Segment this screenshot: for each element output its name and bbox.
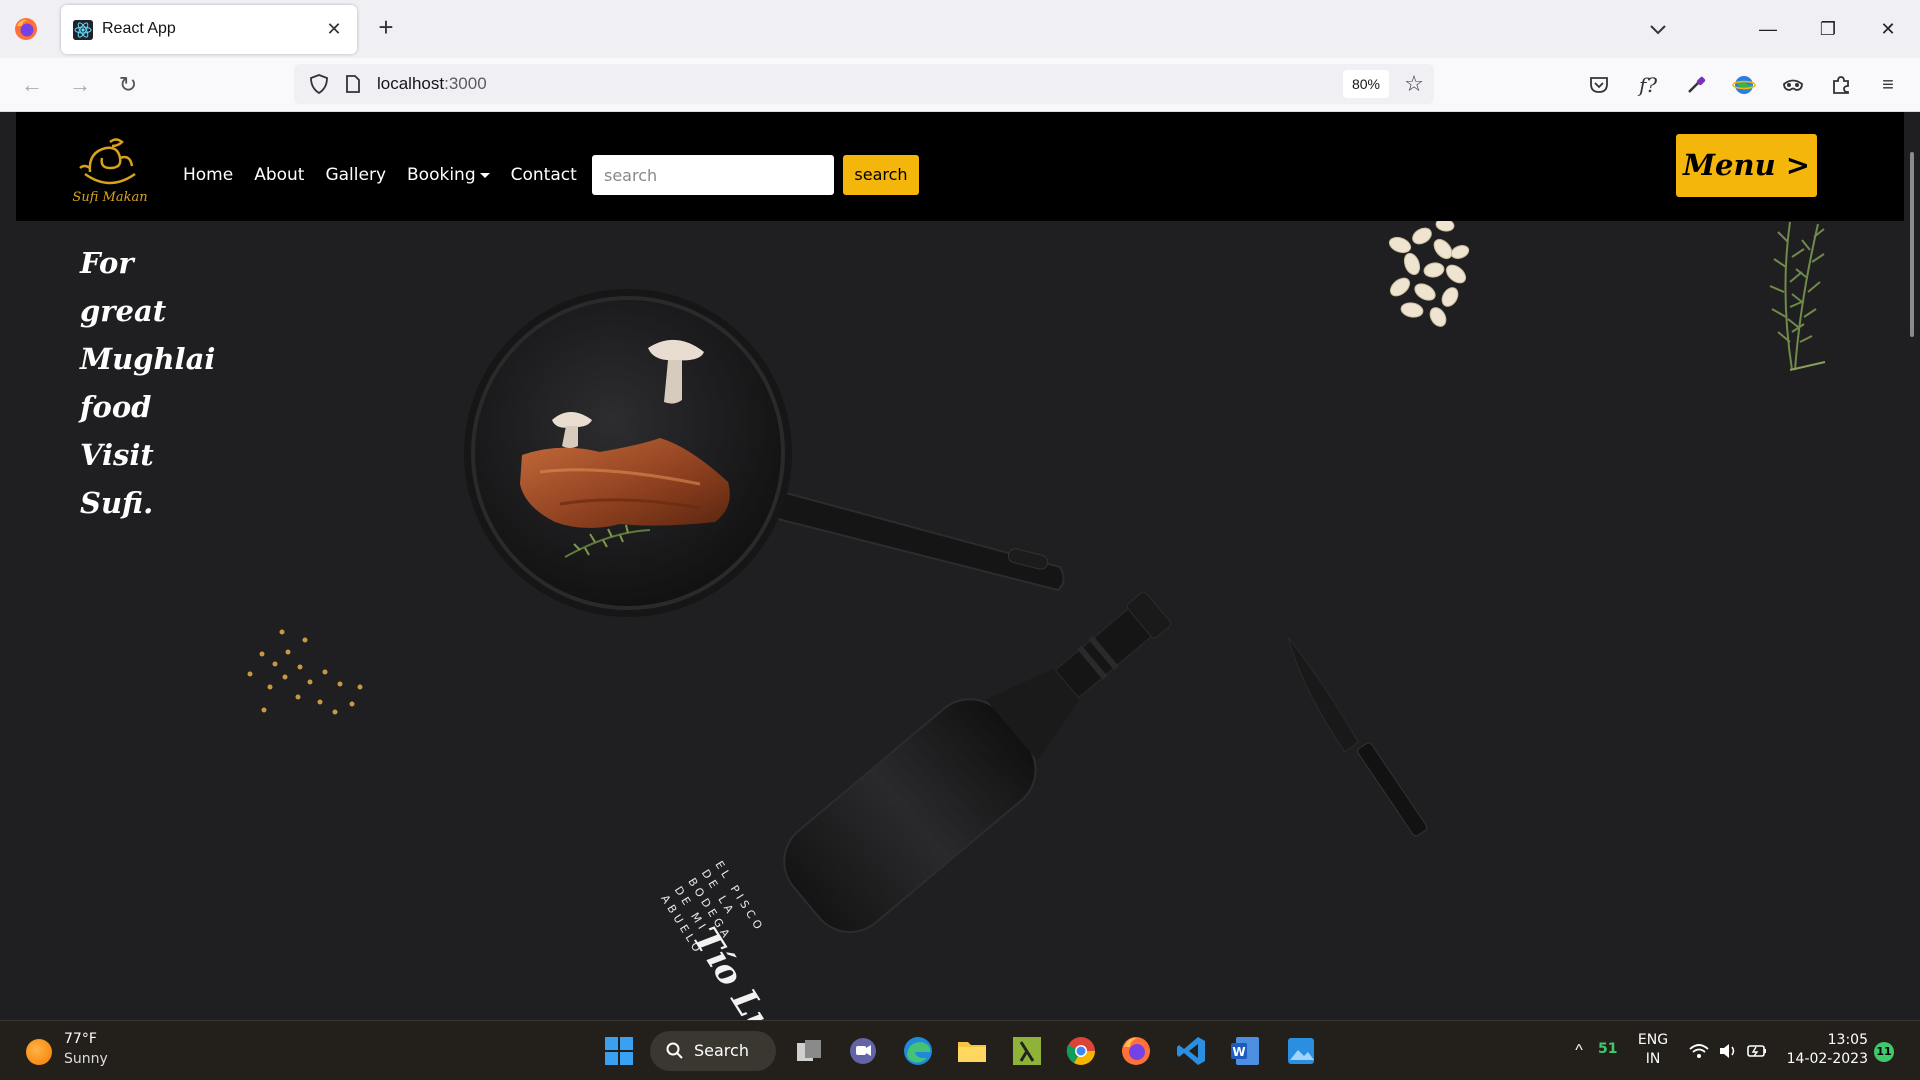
hamburger-menu-icon[interactable]: ≡ [1873,70,1903,100]
search-icon [666,1042,683,1059]
hero-line: food [80,390,152,424]
zoom-indicator[interactable]: 80% [1343,70,1389,98]
scroll-thumb[interactable] [1910,152,1914,337]
tab-title: React App [102,20,176,37]
brand-logo[interactable]: Sufi Makan [60,134,160,212]
browser-tab[interactable]: React App ✕ [61,5,357,54]
lambda-app-icon[interactable] [1010,1034,1044,1068]
windows-start-icon[interactable] [602,1034,636,1068]
minimize-icon[interactable]: — [1748,14,1788,44]
site-search-input[interactable] [592,155,834,195]
volume-icon[interactable] [1717,1040,1739,1062]
caret-down-icon [479,172,490,178]
page-icon[interactable] [344,74,362,94]
url-text[interactable]: localhost:3000 [377,74,487,94]
garlic-illustration [1388,218,1470,327]
address-bar[interactable]: localhost:3000 80% ☆ [294,64,1434,104]
browser-toolbar: ← → ↻ localhost:3000 80% ☆ f? ≡ [0,58,1920,112]
rosemary-illustration [1769,221,1826,371]
page-viewport: EL PISCO DE LA BODEGA DE MI ABUELO Tío L… [0,112,1920,1020]
brand-name: Sufi Makan [72,190,148,205]
new-tab-icon[interactable]: + [372,14,400,42]
hero-line: Sufi. [80,486,154,520]
close-tab-icon[interactable]: ✕ [323,17,345,41]
food-illustration: EL PISCO DE LA BODEGA DE MI ABUELO Tío L… [247,218,1826,1020]
eyedropper-icon[interactable] [1681,70,1711,100]
back-icon[interactable]: ← [17,70,47,100]
word-icon[interactable]: W [1228,1034,1262,1068]
svg-text:W: W [1232,1045,1245,1059]
extension-globe-icon[interactable] [1729,70,1759,100]
tray-counter[interactable]: 51 [1598,1041,1617,1057]
weather-description[interactable]: Sunny [64,1051,108,1067]
react-icon [73,20,93,40]
clock-date[interactable]: 14-02-2023 [1782,1051,1868,1067]
clock-time[interactable]: 13:05 [1790,1032,1868,1048]
task-view-icon[interactable] [792,1034,826,1068]
battery-icon[interactable] [1746,1040,1768,1062]
extensions-puzzle-icon[interactable] [1826,70,1856,100]
hero-tagline: For great Mughlai food Visit Sufi. [80,239,280,527]
edge-icon[interactable] [901,1034,935,1068]
nav-booking-dropdown[interactable]: Booking [407,165,490,185]
nav-booking-label: Booking [407,165,476,185]
menu-button[interactable]: Menu > [1676,134,1817,197]
logo-emblem-icon [79,138,136,185]
site-navbar: Sufi Makan Home About Gallery Booking Co… [16,112,1904,221]
teams-chat-icon[interactable] [846,1034,880,1068]
font-finder-icon[interactable]: f? [1633,70,1663,100]
extension-mask-icon[interactable] [1778,70,1808,100]
taskbar-search-label: Search [694,1041,749,1060]
taskbar: 77°F Sunny Search W ^ 51 ENG IN 13:05 14… [0,1020,1920,1080]
pocket-icon[interactable] [1584,70,1614,100]
site-nav-links: Home About Gallery Booking Contact [183,165,598,185]
knife-illustration [1287,636,1428,837]
hero-line: Mughlai [80,342,216,376]
chevron-down-icon[interactable] [1645,16,1671,42]
nav-home[interactable]: Home [183,165,233,185]
site-search-button[interactable]: search [843,155,919,195]
bottle-illustration [783,591,1172,933]
chevron-up-icon[interactable]: ^ [1568,1040,1590,1062]
page-scrollbar[interactable] [1904,112,1920,1020]
chrome-icon[interactable] [1064,1034,1098,1068]
peppercorns-illustration [247,629,363,715]
restore-icon[interactable]: ❐ [1808,14,1848,44]
reload-icon[interactable]: ↻ [113,70,143,100]
forward-icon[interactable]: → [65,70,95,100]
language-code[interactable]: ENG [1636,1032,1670,1048]
vscode-icon[interactable] [1174,1034,1208,1068]
file-explorer-icon[interactable] [955,1034,989,1068]
notification-badge[interactable]: 11 [1874,1042,1894,1062]
nav-contact[interactable]: Contact [511,165,577,185]
bottle-brand: Tío Luchín [684,921,826,1020]
browser-tab-bar: React App ✕ + — ❐ ✕ [0,0,1920,58]
sun-icon[interactable] [26,1039,52,1065]
hero-line: For [80,246,134,280]
firefox-icon[interactable] [14,17,38,41]
taskbar-search[interactable]: Search [650,1031,776,1071]
wifi-icon[interactable] [1688,1040,1710,1062]
photos-icon[interactable] [1284,1034,1318,1068]
weather-temperature[interactable]: 77°F [64,1031,97,1047]
bookmark-star-icon[interactable]: ☆ [1400,70,1428,98]
nav-about[interactable]: About [254,165,304,185]
firefox-taskbar-icon[interactable] [1119,1034,1153,1068]
close-window-icon[interactable]: ✕ [1868,14,1908,44]
hero-line: great [80,294,167,328]
pan-illustration [464,289,1065,617]
language-region[interactable]: IN [1636,1051,1670,1067]
nav-gallery[interactable]: Gallery [325,165,386,185]
shield-icon[interactable] [308,73,330,95]
hero-line: Visit [80,438,154,472]
